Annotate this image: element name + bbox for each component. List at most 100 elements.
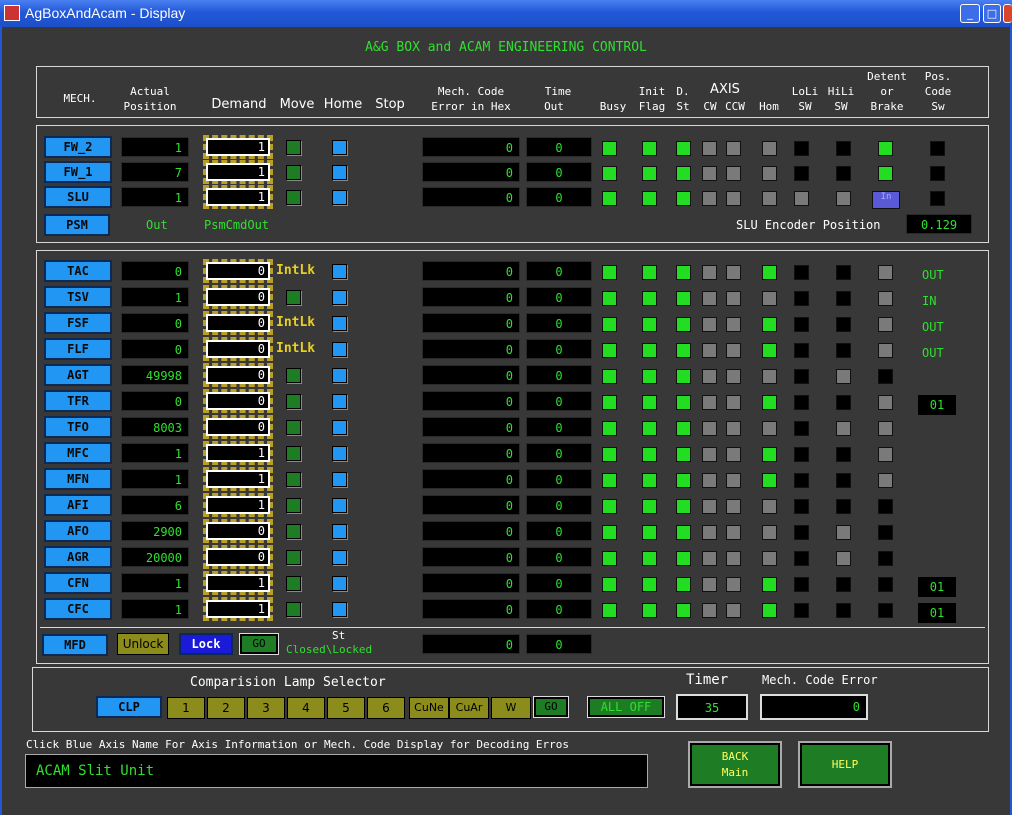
lamp-select-button[interactable]: CuNe (409, 697, 449, 719)
lamp-select-button[interactable]: 5 (327, 697, 365, 719)
move-button[interactable] (286, 498, 301, 513)
axis-name-button[interactable]: FW_2 (44, 136, 112, 158)
mech-code-display[interactable]: 0 (422, 443, 520, 463)
mech-code-display[interactable]: 0 (422, 187, 520, 207)
lamp-select-button[interactable]: 3 (247, 697, 285, 719)
axis-name-button[interactable]: FW_1 (44, 161, 112, 183)
minimize-button[interactable]: _ (960, 4, 980, 23)
mech-code-display[interactable]: 0 (422, 469, 520, 489)
move-button[interactable] (286, 602, 301, 617)
mech-code-display[interactable]: 0 (422, 547, 520, 567)
stop-button[interactable] (332, 290, 347, 305)
stop-button[interactable] (332, 342, 347, 357)
stop-button[interactable] (332, 394, 347, 409)
stop-button[interactable] (332, 498, 347, 513)
move-button[interactable] (286, 165, 301, 180)
lamp-go-button[interactable]: GO (533, 696, 569, 718)
demand-input[interactable]: 1 (203, 571, 273, 595)
maximize-button[interactable]: □ (983, 4, 1001, 23)
lamp-select-button[interactable]: 6 (367, 697, 405, 719)
mech-code-display[interactable]: 0 (422, 365, 520, 385)
demand-input[interactable]: 1 (203, 441, 273, 465)
axis-name-button[interactable]: AGR (44, 546, 112, 568)
move-button[interactable] (286, 524, 301, 539)
move-button[interactable] (286, 446, 301, 461)
axis-name-button[interactable]: AFO (44, 520, 112, 542)
axis-name-button[interactable]: CFN (44, 572, 112, 594)
clp-button[interactable]: CLP (96, 696, 162, 718)
stop-button[interactable] (332, 576, 347, 591)
demand-input[interactable]: 0 (203, 259, 273, 283)
demand-input[interactable]: 1 (203, 597, 273, 621)
demand-input[interactable]: 1 (203, 135, 273, 159)
demand-input[interactable]: 0 (203, 337, 273, 361)
stop-button[interactable] (332, 602, 347, 617)
lamp-select-button[interactable]: CuAr (449, 697, 489, 719)
mech-code-display[interactable]: 0 (422, 521, 520, 541)
axis-name-button[interactable]: FSF (44, 312, 112, 334)
demand-input[interactable]: 0 (203, 415, 273, 439)
mech-code-display[interactable]: 0 (422, 162, 520, 182)
demand-input[interactable]: 0 (203, 545, 273, 569)
stop-button[interactable] (332, 140, 347, 155)
stop-button[interactable] (332, 420, 347, 435)
move-button[interactable] (286, 472, 301, 487)
mech-code-display[interactable]: 0 (422, 339, 520, 359)
mfd-button[interactable]: MFD (42, 634, 108, 656)
lamp-select-button[interactable]: W (491, 697, 531, 719)
axis-name-button[interactable]: TFO (44, 416, 112, 438)
move-button[interactable] (286, 550, 301, 565)
axis-name-button[interactable]: AGT (44, 364, 112, 386)
stop-button[interactable] (332, 264, 347, 279)
stop-button[interactable] (332, 524, 347, 539)
axis-name-button[interactable]: CFC (44, 598, 112, 620)
demand-input[interactable]: 1 (203, 493, 273, 517)
move-button[interactable] (286, 368, 301, 383)
demand-input[interactable]: 0 (203, 311, 273, 335)
lamp-select-button[interactable]: 1 (167, 697, 205, 719)
mech-code-display[interactable]: 0 (422, 391, 520, 411)
all-off-button[interactable]: ALL OFF (587, 696, 665, 718)
move-button[interactable] (286, 190, 301, 205)
lamp-select-button[interactable]: 2 (207, 697, 245, 719)
mech-code-display[interactable]: 0 (422, 261, 520, 281)
mech-code-display[interactable]: 0 (422, 137, 520, 157)
back-main-button[interactable]: BACK Main (688, 741, 782, 788)
mfd-mcode[interactable]: 0 (422, 634, 520, 654)
axis-name-button[interactable]: MFC (44, 442, 112, 464)
mech-code-display[interactable]: 0 (422, 287, 520, 307)
demand-input[interactable]: 0 (203, 389, 273, 413)
axis-name-button[interactable]: FLF (44, 338, 112, 360)
mech-code-display[interactable]: 0 (422, 313, 520, 333)
stop-button[interactable] (332, 165, 347, 180)
demand-input[interactable]: 0 (203, 519, 273, 543)
mfd-go-button[interactable]: GO (239, 633, 279, 655)
psm-button[interactable]: PSM (44, 214, 110, 236)
stop-button[interactable] (332, 446, 347, 461)
mech-code-display[interactable]: 0 (422, 599, 520, 619)
lock-button[interactable]: Lock (179, 633, 233, 655)
mech-code-display[interactable]: 0 (422, 573, 520, 593)
axis-name-button[interactable]: TSV (44, 286, 112, 308)
stop-button[interactable] (332, 472, 347, 487)
stop-button[interactable] (332, 368, 347, 383)
move-button[interactable] (286, 394, 301, 409)
move-button[interactable] (286, 140, 301, 155)
axis-name-button[interactable]: TAC (44, 260, 112, 282)
stop-button[interactable] (332, 190, 347, 205)
demand-input[interactable]: 0 (203, 285, 273, 309)
demand-input[interactable]: 1 (203, 185, 273, 209)
move-button[interactable] (286, 420, 301, 435)
mech-code-display[interactable]: 0 (422, 417, 520, 437)
move-button[interactable] (286, 576, 301, 591)
axis-name-button[interactable]: MFN (44, 468, 112, 490)
mech-code-display[interactable]: 0 (422, 495, 520, 515)
help-button[interactable]: HELP (798, 741, 892, 788)
demand-input[interactable]: 0 (203, 363, 273, 387)
axis-name-button[interactable]: TFR (44, 390, 112, 412)
close-button[interactable] (1003, 4, 1012, 23)
unlock-button[interactable]: Unlock (117, 633, 169, 655)
move-button[interactable] (286, 290, 301, 305)
demand-input[interactable]: 1 (203, 467, 273, 491)
stop-button[interactable] (332, 316, 347, 331)
